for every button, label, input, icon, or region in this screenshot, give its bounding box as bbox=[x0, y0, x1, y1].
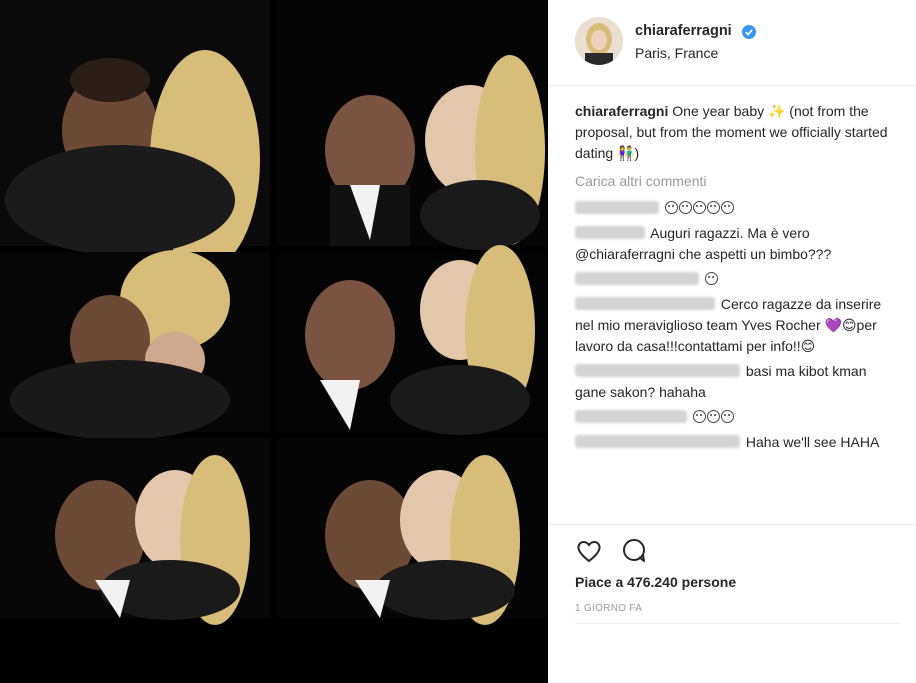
load-more-comments-link[interactable]: Carica altri commenti bbox=[575, 171, 900, 192]
comments-list: chiaraferragni One year baby ✨ (not from… bbox=[575, 101, 900, 457]
post-username[interactable]: chiaraferragni bbox=[635, 23, 732, 39]
avatar-image bbox=[575, 17, 623, 65]
comment-item bbox=[575, 407, 900, 428]
smiley-icon bbox=[720, 410, 734, 423]
comment-item: Haha we'll see HAHA bbox=[575, 432, 900, 453]
post-header: chiaraferragni Paris, France bbox=[548, 0, 916, 86]
comment-item: basi ma kibot kman gane sakon? hahaha bbox=[575, 361, 900, 403]
comment-username-redacted[interactable] bbox=[575, 201, 659, 214]
post-photo[interactable] bbox=[0, 0, 548, 683]
verified-badge-icon bbox=[742, 25, 756, 39]
emoji-group bbox=[664, 200, 735, 216]
comment-username-redacted[interactable] bbox=[575, 435, 740, 448]
photo-collage-image bbox=[0, 0, 548, 683]
heart-icon[interactable] bbox=[575, 537, 603, 565]
avatar[interactable] bbox=[575, 17, 623, 65]
smiley-icon bbox=[706, 201, 720, 214]
photo-collage bbox=[0, 0, 548, 683]
smiley-icon bbox=[664, 201, 678, 214]
likes-count[interactable]: Piace a 476.240 persone bbox=[575, 574, 736, 590]
comment-username-redacted[interactable] bbox=[575, 410, 687, 423]
smiley-icon bbox=[678, 201, 692, 214]
post-footer: Piace a 476.240 persone 1 GIORNO FA bbox=[548, 524, 916, 624]
comment-username-redacted[interactable] bbox=[575, 297, 715, 310]
caption: chiaraferragni One year baby ✨ (not from… bbox=[575, 101, 900, 164]
comment-item bbox=[575, 269, 900, 290]
comment-username-redacted[interactable] bbox=[575, 272, 699, 285]
comment-item bbox=[575, 198, 900, 219]
comment-item: Cerco ragazze da inserire nel mio meravi… bbox=[575, 294, 900, 357]
post-location[interactable]: Paris, France bbox=[635, 45, 718, 61]
smiley-icon bbox=[706, 410, 720, 423]
smiley-icon bbox=[720, 201, 734, 214]
comment-username-redacted[interactable] bbox=[575, 226, 645, 239]
comment-item: Auguri ragazzi. Ma è vero @chiaraferragn… bbox=[575, 223, 900, 265]
comment-text: Haha we'll see HAHA bbox=[745, 434, 880, 450]
comment-username-redacted[interactable] bbox=[575, 364, 740, 377]
post-timestamp[interactable]: 1 GIORNO FA bbox=[575, 603, 642, 614]
smiley-icon bbox=[704, 272, 718, 285]
comment-icon[interactable] bbox=[621, 537, 649, 565]
caption-username[interactable]: chiaraferragni bbox=[575, 103, 668, 119]
emoji-group bbox=[692, 409, 735, 425]
smiley-icon bbox=[692, 410, 706, 423]
smiley-icon bbox=[692, 201, 706, 214]
divider bbox=[575, 623, 900, 624]
post-details-panel: chiaraferragni Paris, France chiaraferra… bbox=[548, 0, 916, 683]
